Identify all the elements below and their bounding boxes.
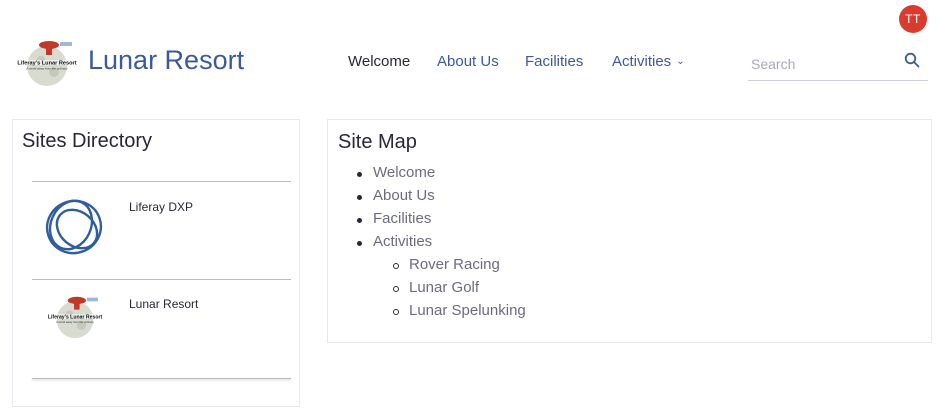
search-icon[interactable] bbox=[904, 52, 920, 68]
nav-item-welcome[interactable]: Welcome bbox=[348, 53, 410, 70]
liferay-logo-icon[interactable] bbox=[39, 195, 107, 257]
nav-item-activities-label: Activities bbox=[612, 53, 672, 70]
bullet bbox=[393, 309, 399, 315]
divider bbox=[32, 279, 291, 280]
site-map-title: Site Map bbox=[338, 131, 417, 153]
search-input[interactable] bbox=[751, 54, 891, 74]
site-map-item-label: Lunar Spelunking bbox=[409, 302, 526, 319]
bullet bbox=[357, 172, 362, 177]
directory-item-liferay-dxp[interactable]: Liferay DXP bbox=[129, 200, 193, 214]
site-map-item-label: Lunar Golf bbox=[409, 279, 480, 296]
nav-item-about-us[interactable]: About Us bbox=[437, 53, 499, 70]
sites-directory-title: Sites Directory bbox=[22, 130, 153, 152]
site-map-item-label: Facilities bbox=[373, 210, 432, 227]
lunar-resort-logo-icon[interactable]: Liferay's Lunar Resort A world away from… bbox=[46, 294, 104, 340]
site-map-subitem-rover-racing[interactable]: Rover Racing bbox=[393, 256, 526, 279]
site-map-item-facilities[interactable]: Facilities bbox=[357, 210, 526, 233]
nav-item-facilities[interactable]: Facilities bbox=[525, 53, 583, 70]
logo-text-2: A world away from the ordinary bbox=[56, 320, 94, 324]
bullet bbox=[393, 286, 399, 292]
bullet bbox=[357, 241, 362, 246]
divider bbox=[32, 378, 291, 379]
site-map-item-welcome[interactable]: Welcome bbox=[357, 164, 526, 187]
directory-item-lunar-resort[interactable]: Lunar Resort bbox=[129, 297, 198, 311]
site-map-subitem-lunar-spelunking[interactable]: Lunar Spelunking bbox=[393, 302, 526, 325]
site-map-item-label: Activities bbox=[373, 233, 433, 250]
site-map-item-label: Welcome bbox=[373, 164, 436, 181]
sites-directory-panel: Sites Directory Liferay DXP Liferay's Lu… bbox=[12, 119, 300, 407]
bullet bbox=[357, 218, 362, 223]
site-logo[interactable]: Liferay's Lunar Resort A world away from… bbox=[16, 38, 78, 88]
site-map-item-label: Rover Racing bbox=[409, 256, 500, 273]
search-bar bbox=[748, 50, 928, 81]
site-map-item-about-us[interactable]: About Us bbox=[357, 187, 526, 210]
site-map-subitem-lunar-golf[interactable]: Lunar Golf bbox=[393, 279, 526, 302]
bullet bbox=[393, 263, 399, 269]
user-avatar[interactable]: TT bbox=[899, 5, 927, 33]
nav-item-activities[interactable]: Activities ⌄ bbox=[612, 53, 685, 70]
logo-text-1: Liferay's Lunar Resort bbox=[48, 314, 103, 320]
chevron-down-icon: ⌄ bbox=[676, 56, 685, 67]
site-map-item-activities[interactable]: Activities bbox=[357, 233, 526, 256]
bullet bbox=[357, 195, 362, 200]
site-map-item-label: About Us bbox=[373, 187, 435, 204]
site-map-list: Welcome About Us Facilities Activities R… bbox=[357, 164, 526, 325]
logo-text-2: A world away from the ordinary bbox=[26, 67, 68, 71]
divider bbox=[32, 181, 291, 182]
site-name[interactable]: Lunar Resort bbox=[88, 45, 244, 76]
